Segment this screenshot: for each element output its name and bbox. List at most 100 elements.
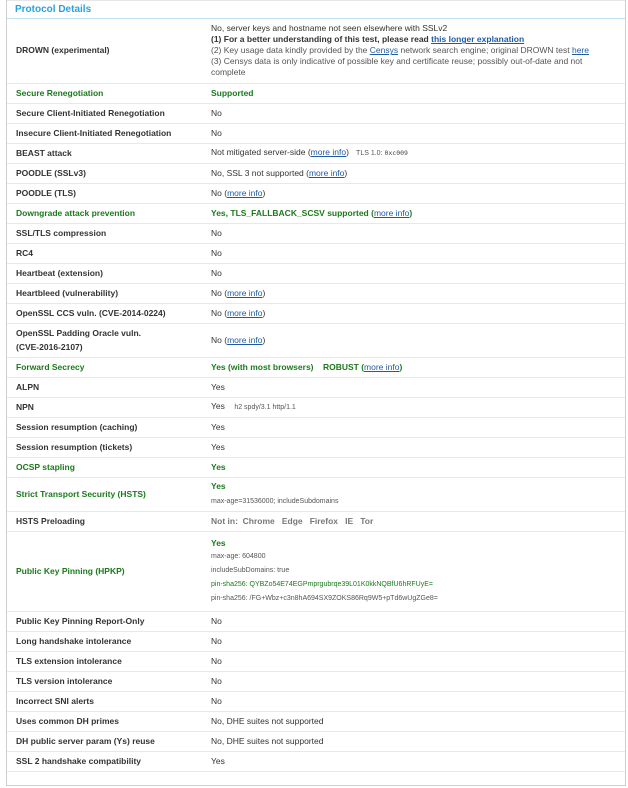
row-label: POODLE (SSLv3) bbox=[7, 163, 211, 184]
row-value: No, DHE suites not supported bbox=[211, 731, 625, 752]
row-value: Yes h2 spdy/3.1 http/1.1 bbox=[211, 397, 625, 418]
row-label: Session resumption (caching) bbox=[7, 417, 211, 438]
censys-link[interactable]: Censys bbox=[370, 45, 398, 55]
row-label: HSTS Preloading bbox=[7, 511, 211, 532]
row-label: DH public server param (Ys) reuse bbox=[7, 731, 211, 752]
row-label: Public Key Pinning (HPKP) bbox=[7, 531, 211, 612]
row-value: No (more info) bbox=[211, 283, 625, 304]
row-label: OpenSSL CCS vuln. (CVE-2014-0224) bbox=[7, 303, 211, 324]
table-row: Public Key Pinning (HPKP) Yes max-age: 6… bbox=[7, 531, 625, 612]
value-close: ) bbox=[262, 334, 266, 345]
row-label: Uses common DH primes bbox=[7, 711, 211, 732]
drown-note-3-cont: complete bbox=[211, 67, 246, 78]
drown-note-1-text: (1) For a better understanding of this t… bbox=[211, 34, 432, 45]
row-value: Not in: Chrome Edge Firefox IE Tor bbox=[211, 511, 625, 532]
protocol-details-panel: Protocol Details DROWN (experimental) No… bbox=[6, 0, 626, 786]
value-close: ) bbox=[399, 361, 403, 372]
hsts-preload-list: Not in: Chrome Edge Firefox IE Tor bbox=[211, 515, 374, 526]
row-value: No, DHE suites not supported bbox=[211, 711, 625, 732]
value-text: Yes bbox=[211, 481, 226, 491]
more-info-link[interactable]: more info bbox=[227, 288, 262, 298]
more-info-link[interactable]: more info bbox=[227, 335, 262, 345]
row-value: No bbox=[211, 651, 625, 672]
protocol-details-table: DROWN (experimental) No, server keys and… bbox=[7, 19, 625, 772]
value-text: Not mitigated server-side ( bbox=[211, 147, 311, 157]
more-info-link[interactable]: more info bbox=[227, 188, 262, 198]
table-row: Forward Secrecy Yes (with most browsers)… bbox=[7, 357, 625, 378]
more-info-link[interactable]: more info bbox=[364, 362, 399, 372]
row-label: NPN bbox=[7, 397, 211, 418]
value-close: ) bbox=[262, 307, 266, 318]
row-label: Public Key Pinning Report-Only bbox=[7, 611, 211, 632]
more-info-link[interactable]: more info bbox=[374, 208, 409, 218]
row-value: Yes bbox=[211, 751, 625, 772]
row-value: Supported bbox=[211, 83, 625, 104]
row-label: DROWN (experimental) bbox=[7, 19, 211, 84]
more-info-link[interactable]: more info bbox=[311, 147, 346, 157]
longer-explanation-link[interactable]: this longer explanation bbox=[431, 34, 524, 44]
hpkp-pin-1: pin-sha256: QYBZo54E74EGPmprgubrqe39L01K… bbox=[211, 581, 433, 588]
row-value: No bbox=[211, 671, 625, 692]
row-value: No bbox=[211, 123, 625, 144]
value-text: No ( bbox=[211, 187, 228, 198]
table-row: POODLE (SSLv3) No, SSL 3 not supported (… bbox=[7, 163, 625, 184]
more-info-link[interactable]: more info bbox=[227, 308, 262, 318]
table-row: ALPN Yes bbox=[7, 377, 625, 398]
row-label: RC4 bbox=[7, 243, 211, 264]
row-label: Heartbleed (vulnerability) bbox=[7, 283, 211, 304]
table-row: BEAST attack Not mitigated server-side (… bbox=[7, 143, 625, 164]
row-value: Yes max-age: 604800 includeSubDomains: t… bbox=[211, 531, 625, 612]
row-value: No, server keys and hostname not seen el… bbox=[211, 19, 625, 84]
row-label: BEAST attack bbox=[7, 143, 211, 164]
table-row: SSL/TLS compression No bbox=[7, 223, 625, 244]
table-row: OpenSSL CCS vuln. (CVE-2014-0224) No (mo… bbox=[7, 303, 625, 324]
row-label: SSL/TLS compression bbox=[7, 223, 211, 244]
hpkp-max-age: max-age: 604800 bbox=[211, 553, 266, 560]
row-value: No bbox=[211, 691, 625, 712]
drown-note-2-text-b: network search engine; original DROWN te… bbox=[398, 45, 572, 56]
table-row: OCSP stapling Yes bbox=[7, 457, 625, 478]
table-row: SSL 2 handshake compatibility Yes bbox=[7, 751, 625, 772]
drown-note-3: (3) Censys data is only indicative of po… bbox=[211, 56, 583, 67]
table-row: Incorrect SNI alerts No bbox=[7, 691, 625, 712]
table-row: OpenSSL Padding Oracle vuln. (CVE-2016-21… bbox=[7, 323, 625, 358]
row-label: Downgrade attack prevention bbox=[7, 203, 211, 224]
row-value: No bbox=[211, 223, 625, 244]
row-label-line-2: (CVE-2016-2107) bbox=[16, 341, 83, 352]
value-text: No ( bbox=[211, 334, 228, 345]
row-label: Session resumption (tickets) bbox=[7, 437, 211, 458]
drown-test-here-link[interactable]: here bbox=[572, 45, 589, 55]
row-label-line-1: OpenSSL Padding Oracle vuln. bbox=[16, 327, 142, 338]
row-value: No, SSL 3 not supported (more info) bbox=[211, 163, 625, 184]
row-value: Yes (with most browsers) ROBUST (more in… bbox=[211, 357, 625, 378]
section-title: Protocol Details bbox=[7, 0, 625, 19]
table-row: Strict Transport Security (HSTS) Yes max-… bbox=[7, 477, 625, 512]
table-row: Public Key Pinning Report-Only No bbox=[7, 611, 625, 632]
hsts-policy: max-age=31536000; includeSubdomains bbox=[211, 498, 339, 505]
row-value: No bbox=[211, 631, 625, 652]
row-value: No bbox=[211, 263, 625, 284]
table-row: Long handshake intolerance No bbox=[7, 631, 625, 652]
row-value: Yes bbox=[211, 437, 625, 458]
row-value: No (more info) bbox=[211, 303, 625, 324]
row-label: Forward Secrecy bbox=[7, 357, 211, 378]
row-label: OpenSSL Padding Oracle vuln. (CVE-2016-21… bbox=[7, 323, 211, 358]
value-text: No, SSL 3 not supported ( bbox=[211, 167, 309, 178]
hpkp-include-subdomains: includeSubDomains: true bbox=[211, 567, 290, 574]
robust-badge: ROBUST bbox=[322, 361, 359, 372]
more-info-link[interactable]: more info bbox=[309, 168, 344, 178]
row-label: Insecure Client-Initiated Renegotiation bbox=[7, 123, 211, 144]
table-row: HSTS Preloading Not in: Chrome Edge Fire… bbox=[7, 511, 625, 532]
table-row: TLS extension intolerance No bbox=[7, 651, 625, 672]
table-row: TLS version intolerance No bbox=[7, 671, 625, 692]
value-close: ) bbox=[262, 287, 266, 298]
table-row: Session resumption (caching) Yes bbox=[7, 417, 625, 438]
row-label: Long handshake intolerance bbox=[7, 631, 211, 652]
value-text: Yes bbox=[211, 538, 226, 548]
table-row: Insecure Client-Initiated Renegotiation … bbox=[7, 123, 625, 144]
row-label: OCSP stapling bbox=[7, 457, 211, 478]
beast-detail: TLS 1.0: bbox=[356, 150, 385, 157]
table-row: DH public server param (Ys) reuse No, DH… bbox=[7, 731, 625, 752]
row-value: Yes, TLS_FALLBACK_SCSV supported (more i… bbox=[211, 203, 625, 224]
drown-note-2: (2) Key usage data kindly provided by th… bbox=[211, 45, 625, 56]
